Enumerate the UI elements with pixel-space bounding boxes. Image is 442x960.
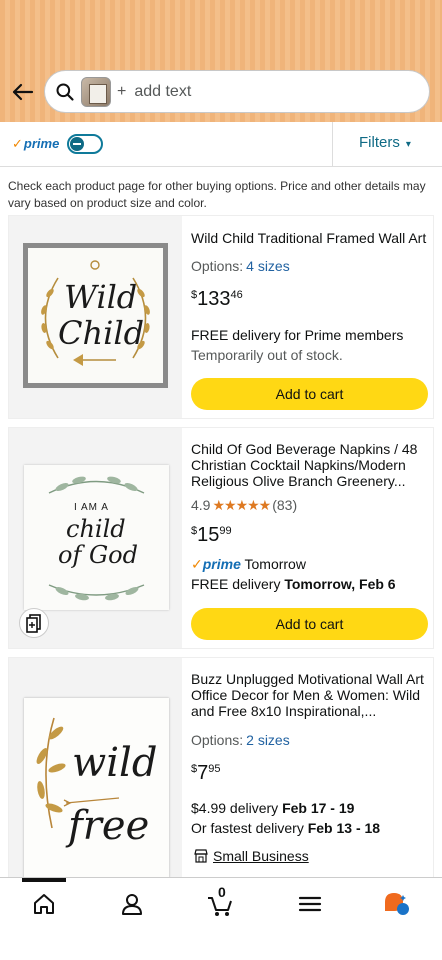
price-fraction: 95 [208,763,221,775]
prime-toggle[interactable] [67,134,104,154]
rufus-icon[interactable] [382,890,410,918]
price-fraction: 99 [219,525,232,537]
prime-label: prime [202,556,241,572]
fastest-prefix: Or fastest delivery [191,820,308,836]
art-text-line: I AM A [74,502,109,513]
product-image[interactable]: I AM A child of God [9,428,182,648]
delivery-date: Feb 17 - 19 [282,800,355,816]
rating-count: (83) [272,497,298,513]
stock-status: Temporarily out of stock. [191,347,343,363]
fastest-delivery-info: Or fastest delivery Feb 13 - 18 [191,820,380,836]
fastest-date: Feb 13 - 18 [307,820,381,836]
product-title[interactable]: Child Of God Beverage Napkins / 48 Chris… [191,441,431,489]
framed-art-image: Wild Child [23,243,168,388]
art-text-line: child [66,515,126,543]
storefront-icon [194,849,208,863]
options-label: Options: [191,732,244,748]
options-link[interactable]: 4 sizes [246,258,290,274]
options-label: Options: [191,258,244,274]
price-fraction: 46 [230,289,243,301]
product-rating[interactable]: 4.9 ★★★★★ (83) [191,497,297,514]
image-search-thumbnail[interactable] [81,76,111,107]
filters-label: Filters [359,134,400,151]
account-icon[interactable] [118,890,146,918]
price-currency: $ [191,289,198,301]
product-card[interactable]: I AM A child of God Child Of God Beverag… [8,427,434,649]
cart-count: 0 [218,884,226,900]
art-text-line: Wild [64,278,138,316]
chevron-down-icon: ▾ [405,139,411,150]
prime-label: prime [23,136,60,151]
small-business-badge[interactable]: Small Business [193,848,309,864]
price-currency: $ [191,763,198,775]
add-to-cart-button[interactable]: Add to cart [191,608,428,640]
cart-button[interactable]: 0 [206,884,234,918]
art-text-line: free [68,803,150,849]
product-image[interactable]: Wild Child [9,216,182,418]
art-text-line: wild [72,740,158,786]
search-input[interactable]: add text [134,83,191,101]
product-price: $13346 [191,288,243,311]
product-card[interactable]: wild free Buzz Unplugged Motivational Wa… [8,657,434,879]
branch-icon [36,717,120,829]
product-image[interactable]: wild free [9,658,182,878]
bottom-nav: 0 [0,877,442,960]
delivery-prefix: FREE delivery [191,576,285,592]
prime-logo: ✓prime [12,136,59,152]
napkin-art-image: I AM A child of God [24,465,169,610]
price-whole: 15 [197,524,220,546]
compare-icon[interactable] [19,608,49,638]
prime-delivery-day: Tomorrow [244,556,306,572]
product-price: $795 [191,762,221,785]
price-currency: $ [191,525,198,537]
search-icon [56,83,74,101]
toggle-knob [70,137,85,151]
price-whole: 7 [197,762,209,784]
delivery-date: Tomorrow, Feb 6 [284,576,396,592]
delivery-info: $4.99 delivery Feb 17 - 19 [191,800,354,816]
buying-options-notice: Check each product page for other buying… [8,179,426,210]
search-bar[interactable]: + add text [44,70,430,113]
divider [332,122,333,167]
home-icon[interactable] [30,890,58,918]
small-business-label[interactable]: Small Business [213,848,309,864]
product-price: $1599 [191,524,232,547]
rating-value: 4.9 [191,497,211,513]
product-card[interactable]: Wild Child Wild Child Traditional Framed… [8,215,434,419]
prime-check-icon: ✓ [191,556,203,572]
menu-icon[interactable] [296,890,324,918]
product-title[interactable]: Wild Child Traditional Framed Wall Art [191,230,426,246]
delivery-info: FREE delivery Tomorrow, Feb 6 [191,576,396,592]
product-options: Options: 2 sizes [191,732,290,748]
back-arrow-icon[interactable] [10,80,34,104]
prime-delivery: ✓prime Tomorrow [191,556,306,573]
active-tab-indicator [22,878,66,882]
art-text-line: Child [58,314,145,352]
product-title[interactable]: Buzz Unplugged Motivational Wall Art Off… [191,671,431,719]
art-text-line: of God [58,541,138,569]
star-rating-icon: ★★★★★ [212,497,271,513]
wall-art-image: wild free [24,698,169,878]
filters-button[interactable]: Filters ▾ [359,134,411,151]
price-whole: 133 [197,288,231,310]
header: + add text [0,0,442,122]
plus-icon: + [117,82,127,100]
add-to-cart-button[interactable]: Add to cart [191,378,428,410]
prime-check-icon: ✓ [12,136,23,151]
delivery-prefix: $4.99 delivery [191,800,283,816]
product-options: Options: 4 sizes [191,258,290,274]
options-link[interactable]: 2 sizes [246,732,290,748]
delivery-info: FREE delivery for Prime members [191,327,404,343]
filter-bar: ✓prime Filters ▾ [0,122,442,167]
